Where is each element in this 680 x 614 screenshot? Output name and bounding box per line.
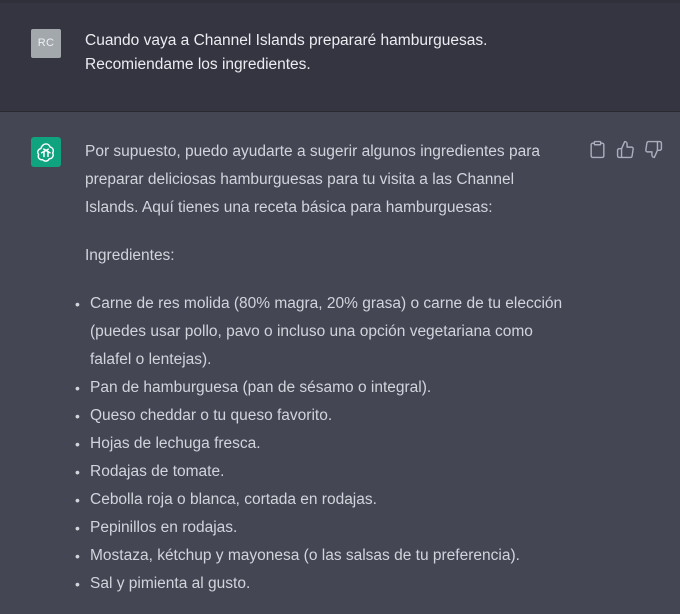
list-item-line: falafel o lentejas). [90,351,212,368]
list-item: Rodajas de tomate. [75,458,585,486]
message-actions [588,140,663,159]
list-item: Queso cheddar o tu queso favorito. [75,402,585,430]
intro-line: Islands. Aquí tienes una receta básica p… [85,199,493,216]
clipboard-icon[interactable] [588,140,607,159]
user-message-line: Recomiendame los ingredientes. [85,56,311,73]
list-item-line: Rodajas de tomate. [90,463,225,480]
user-message-text: Cuando vaya a Channel Islands prepararé … [85,29,605,77]
list-item-line: (puedes usar pollo, pavo o incluso una o… [90,323,533,340]
list-item: Pepinillos en rodajas. [75,514,585,542]
thumbs-down-icon[interactable] [644,140,663,159]
list-item: Mostaza, kétchup y mayonesa (o las salsa… [75,542,585,570]
list-item-line: Carne de res molida (80% magra, 20% gras… [90,295,563,312]
list-item: Cebolla roja o blanca, cortada en rodaja… [75,486,585,514]
ingredients-list: Carne de res molida (80% magra, 20% gras… [75,290,585,598]
user-avatar: RC [31,29,61,58]
list-item: Carne de res molida (80% magra, 20% gras… [75,290,585,374]
intro-line: Por supuesto, puedo ayudarte a sugerir a… [85,143,540,160]
intro-paragraph: Por supuesto, puedo ayudarte a sugerir a… [85,138,585,222]
thumbs-up-icon[interactable] [616,140,635,159]
list-item-line: Mostaza, kétchup y mayonesa (o las salsa… [90,547,520,564]
list-item-line: Pan de hamburguesa (pan de sésamo o inte… [90,379,432,396]
list-item-line: Cebolla roja o blanca, cortada en rodaja… [90,491,377,508]
intro-line: preparar deliciosas hamburguesas para tu… [85,171,515,188]
list-item: Hojas de lechuga fresca. [75,430,585,458]
list-item-line: Sal y pimienta al gusto. [90,575,251,592]
user-message: RC Cuando vaya a Channel Islands prepara… [0,0,680,112]
openai-logo-icon [31,137,61,167]
divider [0,0,680,3]
list-item-line: Hojas de lechuga fresca. [90,435,261,452]
list-item: Pan de hamburguesa (pan de sésamo o inte… [75,374,585,402]
ingredients-heading: Ingredientes: [85,247,175,264]
list-item-line: Queso cheddar o tu queso favorito. [90,407,333,424]
assistant-message: Por supuesto, puedo ayudarte a sugerir a… [0,112,680,614]
list-item: Sal y pimienta al gusto. [75,570,585,598]
list-item-line: Pepinillos en rodajas. [90,519,238,536]
user-message-line: Cuando vaya a Channel Islands prepararé … [85,32,488,49]
assistant-message-text: Por supuesto, puedo ayudarte a sugerir a… [75,138,585,598]
